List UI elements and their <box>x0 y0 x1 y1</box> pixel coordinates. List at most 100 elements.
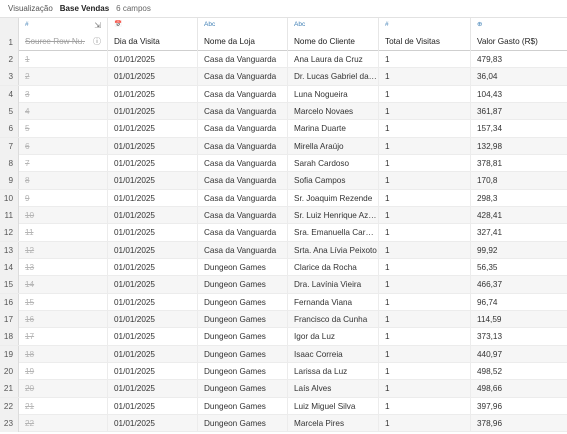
table-row[interactable]: 5 4 01/01/2025 Casa da Vanguarda Marcelo Nov… <box>0 102 567 121</box>
column-header-dia-da-visita[interactable]: 📅 Dia da Visita <box>108 18 198 51</box>
cell-dia[interactable]: 01/01/2025 <box>108 328 198 346</box>
cell-cliente[interactable]: Larissa da Luz <box>288 362 379 380</box>
cell-valor[interactable]: 298,3 <box>471 190 567 207</box>
cell-dia[interactable]: 01/01/2025 <box>108 206 198 224</box>
cell-src[interactable]: 21 <box>19 397 108 415</box>
cell-cliente[interactable]: Fernanda Viana <box>288 293 379 311</box>
cell-cliente[interactable]: Sra. Emanuella Cardoso <box>288 224 379 242</box>
table-row[interactable]: 17 16 01/01/2025 Dungeon Games Francisco da … <box>0 310 567 329</box>
cell-cliente[interactable]: Dr. Lucas Gabriel da R... <box>288 68 379 86</box>
cell-loja[interactable]: Casa da Vanguarda <box>198 68 288 86</box>
cell-valor[interactable]: 104,43 <box>471 86 567 103</box>
cell-dia[interactable]: 01/01/2025 <box>108 189 198 207</box>
table-row[interactable]: 6 5 01/01/2025 Casa da Vanguarda Marina Duar… <box>0 120 567 138</box>
cell-src[interactable]: 4 <box>19 102 108 120</box>
cell-cliente[interactable]: Sr. Luiz Henrique Azev... <box>288 206 379 224</box>
cell-cliente[interactable]: Luna Nogueira <box>288 85 379 103</box>
cell-visitas[interactable]: 1 <box>379 189 471 207</box>
cell-loja[interactable]: Casa da Vanguarda <box>198 120 288 138</box>
cell-loja[interactable]: Casa da Vanguarda <box>198 102 288 120</box>
cell-loja[interactable]: Dungeon Games <box>198 414 288 432</box>
cell-visitas[interactable]: 1 <box>379 276 471 294</box>
table-row[interactable]: 13 12 01/01/2025 Casa da Vanguarda Srta. Ana… <box>0 241 567 259</box>
cell-visitas[interactable]: 1 <box>379 154 471 172</box>
cell-valor[interactable]: 479,83 <box>471 51 567 68</box>
table-row[interactable]: 19 18 01/01/2025 Dungeon Games Isaac Correia… <box>0 345 567 363</box>
cell-valor[interactable]: 99,92 <box>471 242 567 259</box>
cell-loja[interactable]: Casa da Vanguarda <box>198 172 288 190</box>
cell-loja[interactable]: Casa da Vanguarda <box>198 224 288 242</box>
cell-visitas[interactable]: 1 <box>379 258 471 276</box>
table-row[interactable]: 4 3 01/01/2025 Casa da Vanguarda Luna Noguei… <box>0 85 567 103</box>
cell-valor[interactable]: 327,41 <box>471 224 567 241</box>
cell-dia[interactable]: 01/01/2025 <box>108 258 198 276</box>
info-icon[interactable]: ⓘ <box>93 38 101 46</box>
cell-loja[interactable]: Casa da Vanguarda <box>198 85 288 103</box>
cell-valor[interactable]: 96,74 <box>471 294 567 311</box>
cell-valor[interactable]: 157,34 <box>471 120 567 137</box>
cell-src[interactable]: 8 <box>19 172 108 190</box>
table-row[interactable]: 7 6 01/01/2025 Casa da Vanguarda Mirella Ara… <box>0 137 567 155</box>
cell-cliente[interactable]: Marina Duarte <box>288 120 379 138</box>
table-row[interactable]: 9 8 01/01/2025 Casa da Vanguarda Sofia Campo… <box>0 172 567 190</box>
exit-icon[interactable]: ⇲ <box>94 22 101 30</box>
column-header-nome-da-loja[interactable]: Abc Nome da Loja <box>198 18 288 51</box>
cell-loja[interactable]: Casa da Vanguarda <box>198 241 288 259</box>
cell-src[interactable]: 5 <box>19 120 108 138</box>
calculated-number-type-icon[interactable]: ⊕ <box>477 21 482 29</box>
cell-visitas[interactable]: 1 <box>379 414 471 432</box>
cell-dia[interactable]: 01/01/2025 <box>108 293 198 311</box>
table-row[interactable]: 23 22 01/01/2025 Dungeon Games Marcela Pires… <box>0 414 567 433</box>
cell-valor[interactable]: 397,96 <box>471 398 567 415</box>
cell-src[interactable]: 22 <box>19 414 108 432</box>
cell-src[interactable]: 6 <box>19 137 108 155</box>
cell-visitas[interactable]: 1 <box>379 85 471 103</box>
table-row[interactable]: 11 10 01/01/2025 Casa da Vanguarda Sr. Luiz … <box>0 206 567 225</box>
cell-dia[interactable]: 01/01/2025 <box>108 68 198 86</box>
cell-loja[interactable]: Dungeon Games <box>198 345 288 363</box>
string-type-icon[interactable]: Abc <box>294 21 305 29</box>
cell-loja[interactable]: Dungeon Games <box>198 276 288 294</box>
cell-src[interactable]: 11 <box>19 224 108 242</box>
table-row[interactable]: 16 15 01/01/2025 Dungeon Games Fernanda Vian… <box>0 293 567 311</box>
cell-loja[interactable]: Casa da Vanguarda <box>198 137 288 155</box>
cell-visitas[interactable]: 1 <box>379 120 471 138</box>
cell-src[interactable]: 18 <box>19 345 108 363</box>
cell-dia[interactable]: 01/01/2025 <box>108 154 198 172</box>
cell-valor[interactable]: 440,97 <box>471 346 567 363</box>
cell-loja[interactable]: Dungeon Games <box>198 380 288 398</box>
column-header-source-row[interactable]: # ⇲ Source Row Nu... ⓘ <box>19 18 108 51</box>
cell-cliente[interactable]: Marcela Pires <box>288 414 379 432</box>
cell-src[interactable]: 20 <box>19 380 108 398</box>
cell-dia[interactable]: 01/01/2025 <box>108 345 198 363</box>
cell-src[interactable]: 2 <box>19 68 108 86</box>
cell-src[interactable]: 17 <box>19 328 108 346</box>
cell-visitas[interactable]: 1 <box>379 224 471 242</box>
table-row[interactable]: 22 21 01/01/2025 Dungeon Games Luiz Miguel S… <box>0 397 567 415</box>
cell-visitas[interactable]: 1 <box>379 293 471 311</box>
cell-dia[interactable]: 01/01/2025 <box>108 137 198 155</box>
cell-visitas[interactable]: 1 <box>379 172 471 190</box>
cell-dia[interactable]: 01/01/2025 <box>108 120 198 138</box>
cell-dia[interactable]: 01/01/2025 <box>108 414 198 432</box>
cell-visitas[interactable]: 1 <box>379 345 471 363</box>
table-row[interactable]: 15 14 01/01/2025 Dungeon Games Dra. Lavínia … <box>0 276 567 294</box>
cell-cliente[interactable]: Sr. Joaquim Rezende <box>288 189 379 207</box>
cell-cliente[interactable]: Sofia Campos <box>288 172 379 190</box>
cell-loja[interactable]: Dungeon Games <box>198 328 288 346</box>
cell-cliente[interactable]: Sarah Cardoso <box>288 154 379 172</box>
cell-visitas[interactable]: 1 <box>379 380 471 398</box>
string-type-icon[interactable]: Abc <box>204 21 215 29</box>
cell-cliente[interactable]: Srta. Ana Lívia Peixoto <box>288 241 379 259</box>
cell-visitas[interactable]: 1 <box>379 51 471 68</box>
cell-valor[interactable]: 498,66 <box>471 380 567 397</box>
cell-valor[interactable]: 378,81 <box>471 155 567 172</box>
cell-visitas[interactable]: 1 <box>379 102 471 120</box>
cell-src[interactable]: 19 <box>19 362 108 380</box>
cell-cliente[interactable]: Luiz Miguel Silva <box>288 397 379 415</box>
cell-src[interactable]: 1 <box>19 51 108 68</box>
cell-loja[interactable]: Casa da Vanguarda <box>198 51 288 68</box>
cell-valor[interactable]: 114,59 <box>471 311 567 328</box>
column-header-total-de-visitas[interactable]: # Total de Visitas <box>379 18 471 51</box>
cell-dia[interactable]: 01/01/2025 <box>108 276 198 294</box>
